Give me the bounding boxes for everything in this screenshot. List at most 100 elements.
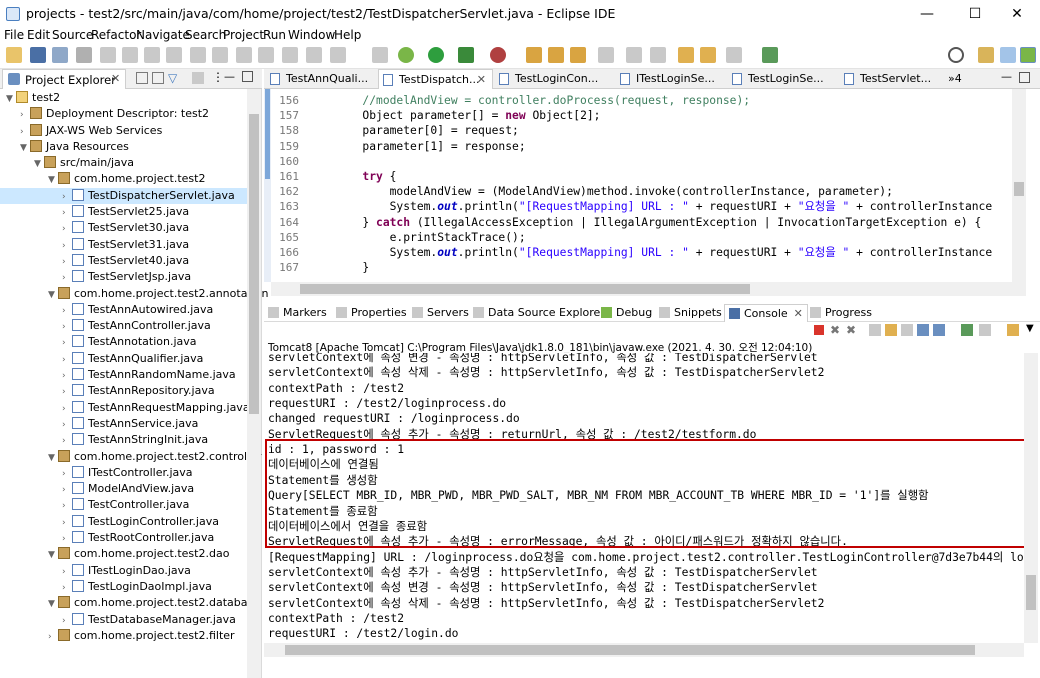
chevron-right-icon[interactable]: › <box>62 303 72 319</box>
menu-search[interactable]: Search <box>185 28 226 42</box>
editor-tab-0[interactable]: TestAnnQuali... <box>266 69 376 89</box>
chevron-down-icon[interactable]: ▼ <box>48 450 58 466</box>
tree-item[interactable]: ▼ com.home.project.test2.database <box>0 595 260 611</box>
menu-file[interactable]: File <box>4 28 24 42</box>
maximize-view-icon[interactable] <box>242 71 253 82</box>
tab-properties[interactable]: Properties <box>336 304 407 322</box>
chevron-right-icon[interactable]: › <box>48 629 58 645</box>
tree-item[interactable]: › com.home.project.test2.filter <box>0 628 247 644</box>
tree-item[interactable]: › TestServlet40.java <box>0 253 247 269</box>
more-icon[interactable]: ⋮ <box>212 70 224 84</box>
use-step-filters-icon[interactable] <box>282 47 298 63</box>
java-ee-perspective-icon[interactable] <box>978 47 994 63</box>
tree-item[interactable]: ▼ com.home.project.test2 <box>0 171 247 187</box>
show-whitespace-icon[interactable] <box>306 47 322 63</box>
coverage-icon[interactable] <box>490 47 506 63</box>
skip-breakpoints-icon[interactable] <box>100 47 116 63</box>
menu-project[interactable]: Project <box>223 28 264 42</box>
console-vscroll-thumb[interactable] <box>1026 575 1036 610</box>
suspend-icon[interactable] <box>144 47 160 63</box>
tab-debug[interactable]: Debug <box>601 304 652 322</box>
clear-console-icon[interactable] <box>869 324 881 336</box>
editor-tab-3[interactable]: ITestLoginSe... <box>616 69 726 89</box>
tab-progress[interactable]: Progress <box>810 304 872 322</box>
tree-item[interactable]: › TestAnnQualifier.java <box>0 351 247 367</box>
menu-refactor[interactable]: Refactor <box>91 28 141 42</box>
tree-item[interactable]: › TestAnnController.java <box>0 318 247 334</box>
search-tool-icon[interactable] <box>598 47 614 63</box>
editor-hscroll-thumb[interactable] <box>300 284 750 294</box>
open-perspective-icon[interactable] <box>762 47 778 63</box>
annotation-next-icon[interactable] <box>626 47 642 63</box>
step-over-icon[interactable] <box>212 47 228 63</box>
console-hscroll-thumb[interactable] <box>285 645 975 655</box>
block-selection-icon[interactable] <box>330 47 346 63</box>
tree-item[interactable]: ▼ Java Resources <box>0 139 247 155</box>
minimize-view-icon[interactable]: — <box>224 70 235 83</box>
tree-item[interactable]: › ITestController.java <box>0 465 247 481</box>
editor-tab-5[interactable]: TestServlet... <box>840 69 950 89</box>
tree-item[interactable]: › TestController.java <box>0 497 247 513</box>
remove-all-icon[interactable]: ✖ <box>846 323 856 337</box>
editor-tab-1[interactable]: TestDispatch... ✕ <box>378 69 493 89</box>
close-icon[interactable]: ✕ <box>111 72 120 85</box>
tree-item[interactable]: › JAX-WS Web Services <box>0 123 247 139</box>
tree-item[interactable]: › TestServlet31.java <box>0 237 247 253</box>
chevron-right-icon[interactable]: › <box>62 515 72 531</box>
new-class-icon[interactable] <box>548 47 564 63</box>
chevron-down-icon[interactable]: ▼ <box>48 172 58 188</box>
chevron-down-icon[interactable]: ▼ <box>6 91 16 107</box>
maximize-button[interactable]: ☐ <box>952 0 998 28</box>
run-icon[interactable] <box>428 47 444 63</box>
chevron-down-icon[interactable]: ▼ <box>20 140 30 156</box>
chevron-down-icon[interactable]: ▼ <box>48 547 58 563</box>
debug-perspective-icon[interactable] <box>1020 47 1036 63</box>
chevron-right-icon[interactable]: › <box>62 319 72 335</box>
view-menu-icon[interactable] <box>192 72 204 84</box>
tree-item[interactable]: › TestAnnAutowired.java <box>0 302 247 318</box>
step-return-icon[interactable] <box>236 47 252 63</box>
chevron-right-icon[interactable]: › <box>62 401 72 417</box>
close-button[interactable]: ✕ <box>994 0 1040 28</box>
menu-window[interactable]: Window <box>288 28 335 42</box>
chevron-down-icon[interactable]: ▼ <box>34 156 44 172</box>
chevron-right-icon[interactable]: › <box>62 498 72 514</box>
tree-item[interactable]: › TestServlet25.java <box>0 204 247 220</box>
tree-item[interactable]: ▼ test2 <box>0 90 247 106</box>
filter-icon[interactable]: ▽ <box>168 71 177 85</box>
minimize-editor-icon[interactable]: — <box>1001 70 1012 83</box>
tree-item[interactable]: › TestAnnRepository.java <box>0 383 247 399</box>
show-stdout-icon[interactable] <box>917 324 929 336</box>
chevron-right-icon[interactable]: › <box>62 238 72 254</box>
pin-editor-icon[interactable] <box>650 47 666 63</box>
new-java-package-icon[interactable] <box>526 47 542 63</box>
tree-item[interactable]: › TestAnnotation.java <box>0 334 247 350</box>
tree-item[interactable]: › TestAnnRandomName.java <box>0 367 247 383</box>
chevron-right-icon[interactable]: › <box>62 368 72 384</box>
chevron-right-icon[interactable]: › <box>62 531 72 547</box>
tree-item[interactable]: › TestLoginController.java <box>0 514 247 530</box>
drop-frame-icon[interactable] <box>258 47 274 63</box>
chevron-right-icon[interactable]: › <box>62 564 72 580</box>
scroll-lock-icon[interactable] <box>885 324 897 336</box>
tree-item[interactable]: › TestDispatcherServlet.java <box>0 187 247 205</box>
editor-vscroll-thumb[interactable] <box>1014 182 1024 196</box>
display-console-icon[interactable] <box>979 324 991 336</box>
save-all-icon[interactable] <box>52 47 68 63</box>
maximize-editor-icon[interactable] <box>1019 72 1030 83</box>
chevron-right-icon[interactable]: › <box>62 433 72 449</box>
chevron-right-icon[interactable]: › <box>62 335 72 351</box>
terminate-icon[interactable] <box>814 325 824 335</box>
tree-item[interactable]: › TestServletJsp.java <box>0 269 247 285</box>
menu-edit[interactable]: Edit <box>27 28 50 42</box>
java-perspective-icon[interactable] <box>1000 47 1016 63</box>
tree-item[interactable]: ▼ com.home.project.test2.annotation <box>0 286 269 302</box>
tree-item[interactable]: › TestRootController.java <box>0 530 247 546</box>
menu-navigate[interactable]: Navigate <box>136 28 190 42</box>
step-into-icon[interactable] <box>190 47 206 63</box>
history-icon[interactable] <box>726 47 742 63</box>
remove-launch-icon[interactable]: ✖ <box>830 323 840 337</box>
project-explorer-tab[interactable]: Project Explorer ✕ <box>2 69 126 89</box>
chevron-right-icon[interactable]: › <box>62 466 72 482</box>
tab-console[interactable]: Console ✕ <box>724 304 808 322</box>
